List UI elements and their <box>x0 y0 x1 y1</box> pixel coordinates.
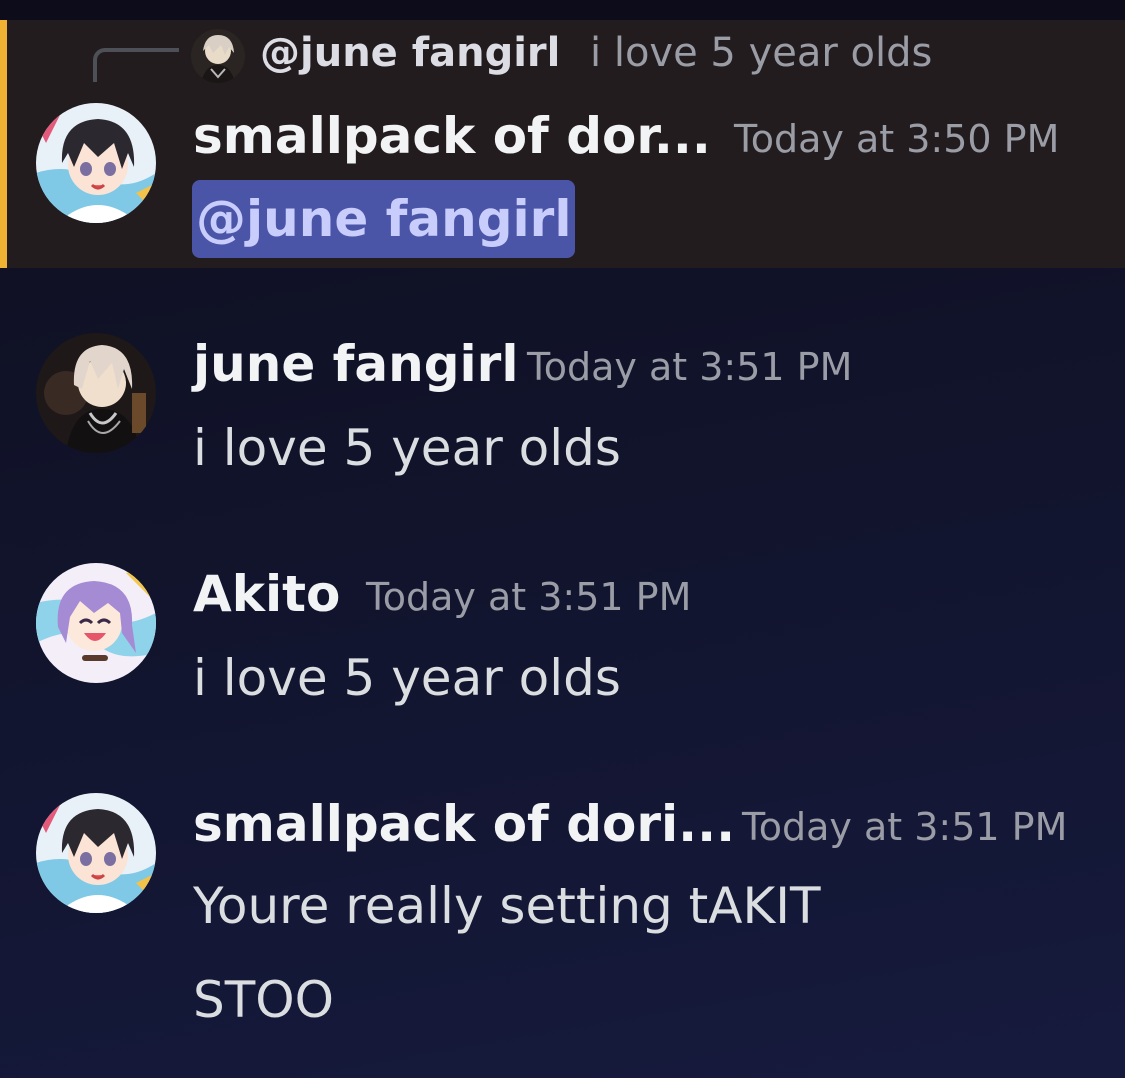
message-content-line: STOO <box>193 971 334 1029</box>
message-content-line: Youre really setting tAKIT <box>193 877 821 935</box>
message-avatar[interactable] <box>36 793 156 913</box>
smallpack-avatar-icon <box>36 103 156 223</box>
message-timestamp: Today at 3:50 PM <box>734 117 1060 161</box>
message-author[interactable]: smallpack of dori... <box>193 795 735 853</box>
akito-avatar-icon <box>36 563 156 683</box>
message-timestamp: Today at 3:51 PM <box>742 805 1068 849</box>
message-timestamp: Today at 3:51 PM <box>366 575 692 619</box>
message-content: i love 5 year olds <box>193 649 621 707</box>
message-content: i love 5 year olds <box>193 419 621 477</box>
reply-author-name[interactable]: @june fangirl <box>260 30 560 76</box>
message-avatar[interactable] <box>36 563 156 683</box>
message-author[interactable]: smallpack of dor... <box>193 107 711 165</box>
reply-connector-line <box>93 48 179 82</box>
smallpack-avatar-icon <box>36 793 156 913</box>
reply-preview-text[interactable]: i love 5 year olds <box>590 30 932 76</box>
june-fangirl-avatar-icon <box>191 29 245 83</box>
message-author[interactable]: Akito <box>193 565 340 623</box>
message-avatar[interactable] <box>36 333 156 453</box>
june-fangirl-avatar-icon <box>36 333 156 453</box>
user-mention[interactable]: @june fangirl <box>192 180 576 258</box>
top-edge-strip <box>0 0 1125 20</box>
message-avatar[interactable] <box>36 103 156 223</box>
message-author[interactable]: june fangirl <box>193 335 518 393</box>
message-timestamp: Today at 3:51 PM <box>527 345 853 389</box>
reply-author-avatar[interactable] <box>191 29 245 83</box>
mention-indicator-bar <box>0 20 7 268</box>
